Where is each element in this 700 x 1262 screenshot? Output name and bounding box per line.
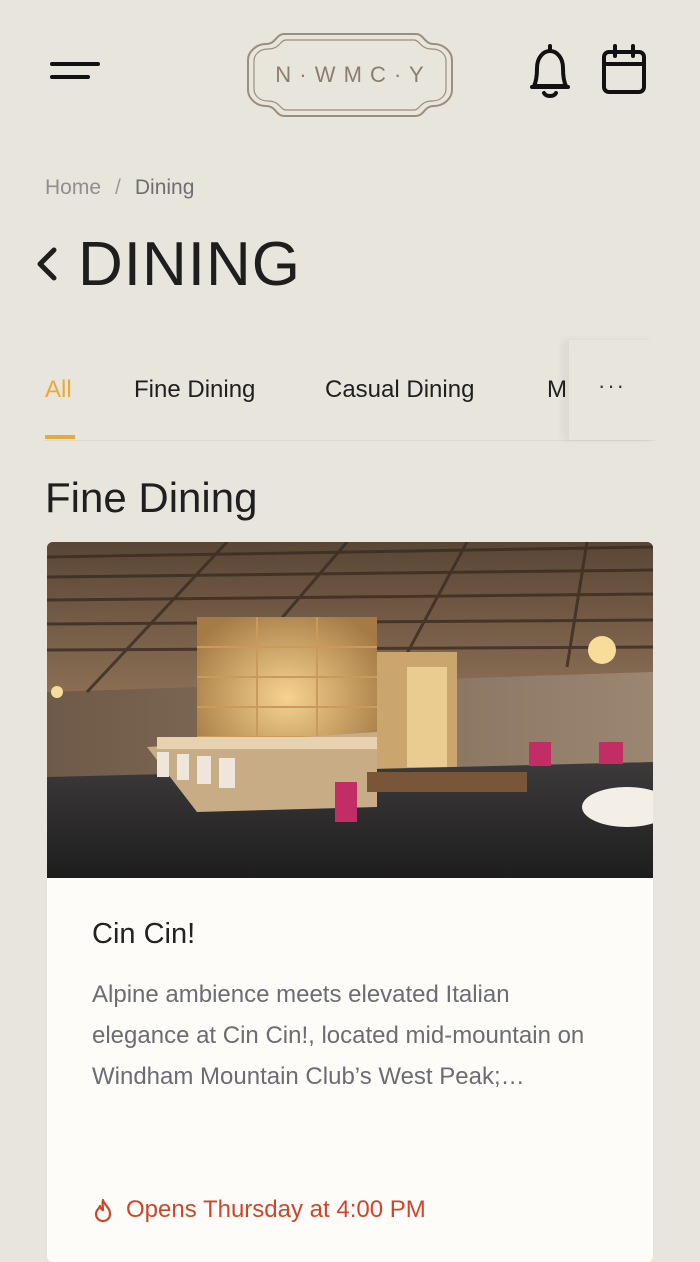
tab-fine-dining[interactable]: Fine Dining bbox=[134, 376, 255, 404]
restaurant-card[interactable]: Cin Cin! Alpine ambience meets elevated … bbox=[47, 542, 653, 1262]
restaurant-description: Alpine ambience meets elevated Italian e… bbox=[92, 981, 585, 1090]
breadcrumb-current: Dining bbox=[134, 176, 195, 199]
tabs-more-button[interactable]: ··· bbox=[569, 340, 655, 440]
opening-status-text: Opens Thursday at 4:00 PM bbox=[126, 1196, 426, 1223]
tab-truncated[interactable]: M bbox=[547, 376, 567, 404]
chevron-left-icon[interactable] bbox=[34, 244, 62, 284]
bell-icon[interactable] bbox=[526, 42, 574, 100]
app-header: N · W M C · Y bbox=[0, 0, 700, 150]
active-tab-indicator bbox=[45, 435, 75, 439]
hamburger-menu-icon[interactable] bbox=[48, 56, 102, 86]
category-tabs: All Fine Dining Casual Dining M bbox=[45, 340, 655, 441]
calendar-icon[interactable] bbox=[600, 44, 648, 96]
tab-all[interactable]: All bbox=[45, 376, 72, 404]
restaurant-photo bbox=[47, 542, 653, 878]
opening-status: Opens Thursday at 4:00 PM bbox=[92, 1196, 426, 1224]
restaurant-name: Cin Cin! bbox=[92, 918, 196, 950]
wmc-logo[interactable]: N · W M C · Y bbox=[238, 28, 462, 122]
breadcrumb: Home / Dining bbox=[45, 176, 194, 200]
section-title: Fine Dining bbox=[45, 474, 258, 521]
logo-text: N · W M C · Y bbox=[275, 62, 424, 87]
tab-casual-dining[interactable]: Casual Dining bbox=[325, 376, 474, 404]
flame-icon bbox=[94, 1198, 112, 1223]
breadcrumb-home-link[interactable]: Home bbox=[45, 176, 101, 199]
page-title-row: DINING bbox=[34, 224, 301, 304]
page-title: DINING bbox=[78, 229, 301, 299]
breadcrumb-separator: / bbox=[115, 176, 121, 199]
